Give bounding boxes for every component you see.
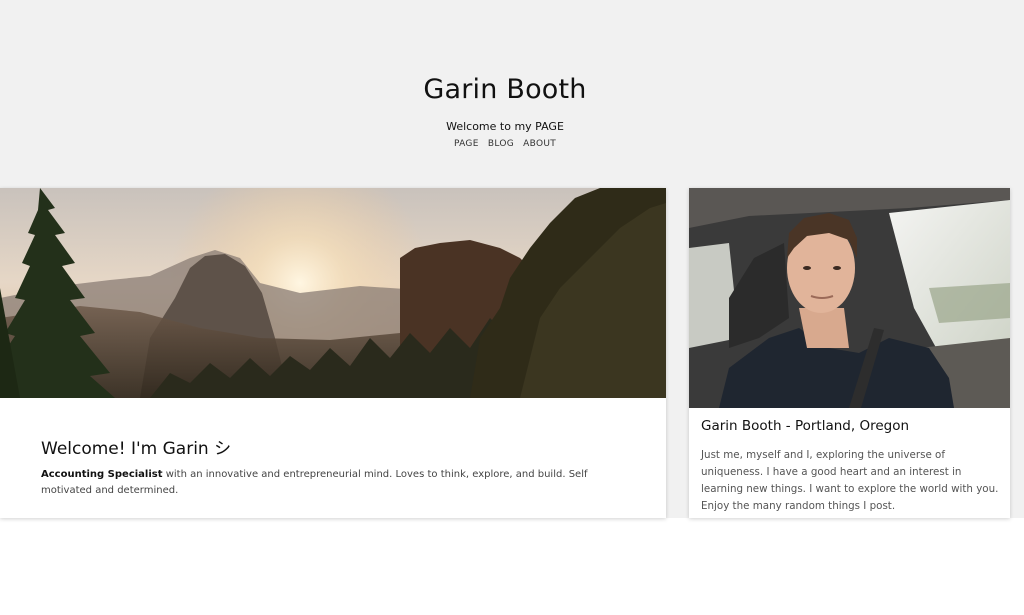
profile-card: Garin Booth - Portland, Oregon Just me, … <box>689 188 1010 518</box>
site-title[interactable]: Garin Booth <box>0 74 1010 105</box>
bio-role: Accounting Specialist <box>41 469 163 480</box>
nav-link-about[interactable]: ABOUT <box>523 139 556 149</box>
profile-heading: Garin Booth - Portland, Oregon <box>701 418 910 434</box>
profile-description: Just me, myself and I, exploring the uni… <box>701 449 999 512</box>
nav-link-page[interactable]: PAGE <box>454 139 479 149</box>
welcome-card: Welcome! I'm Garin シ Accounting Speciali… <box>0 188 666 518</box>
profile-photo <box>689 188 1010 408</box>
main-nav: PAGE BLOG ABOUT <box>0 139 1010 149</box>
bio-text: Accounting Specialist with an innovative… <box>41 467 601 499</box>
mountain-banner-image <box>0 188 666 398</box>
site-tagline: Welcome to my PAGE <box>446 120 564 133</box>
nav-link-blog[interactable]: BLOG <box>488 139 514 149</box>
welcome-heading: Welcome! I'm Garin シ <box>41 439 232 459</box>
